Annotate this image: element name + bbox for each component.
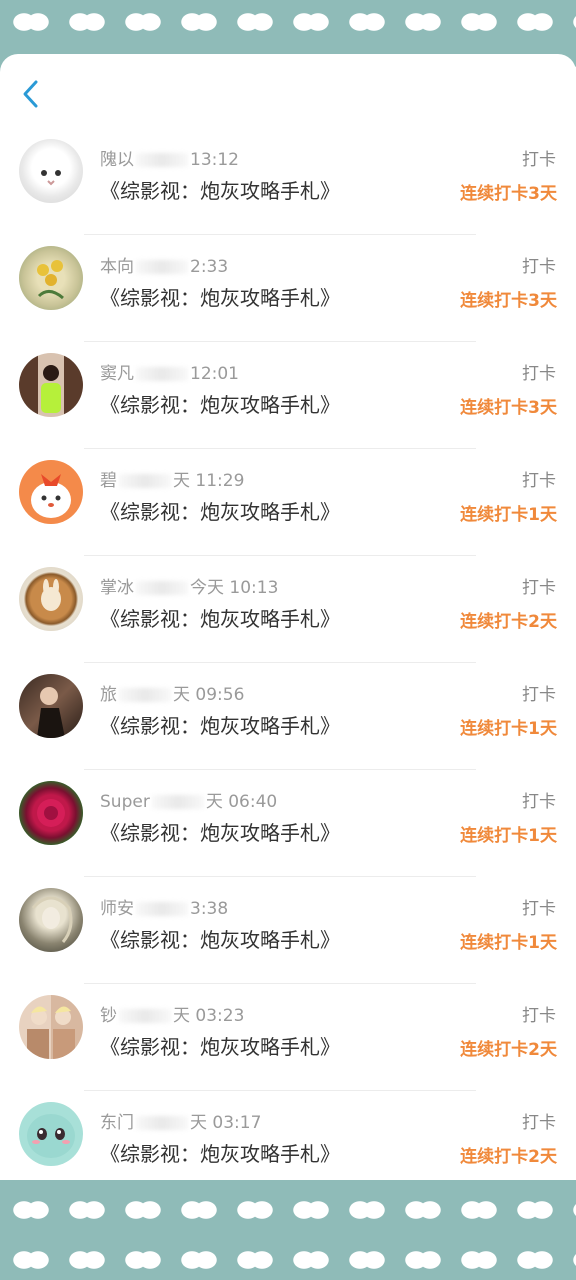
checkin-time: 天 03:17 <box>190 1113 262 1133</box>
back-button[interactable] <box>14 74 48 114</box>
user-name: 师安 <box>100 899 134 919</box>
avatar <box>19 246 83 310</box>
header-bar <box>0 54 576 128</box>
book-title: 《综影视：炮灰攻略手札》 <box>100 1035 340 1059</box>
list-item[interactable]: 窦凡 12:01 《综影视：炮灰攻略手札》 打卡 连续打卡3天 <box>0 342 576 449</box>
checkin-label: 打卡 <box>522 899 556 919</box>
streak-label: 连续打卡2天 <box>460 1040 557 1060</box>
streak-label: 连续打卡3天 <box>460 291 557 311</box>
avatar <box>19 995 83 1059</box>
user-name: 碧 <box>100 471 117 491</box>
user-name: 掌冰 <box>100 578 134 598</box>
list-item[interactable]: 师安 3:38 《综影视：炮灰攻略手札》 打卡 连续打卡1天 <box>0 877 576 984</box>
user-name: 本向 <box>100 257 134 277</box>
checkin-list: 隗以 13:12 《综影视：炮灰攻略手札》 打卡 连续打卡3天 本向 2:33 《综… <box>0 128 576 1186</box>
book-title: 《综影视：炮灰攻略手札》 <box>100 607 340 631</box>
checkin-label: 打卡 <box>522 364 556 384</box>
user-name: 隗以 <box>100 150 134 170</box>
list-item[interactable]: 钞 天 03:23 《综影视：炮灰攻略手札》 打卡 连续打卡2天 <box>0 984 576 1091</box>
user-name: 旅 <box>100 685 117 705</box>
list-item[interactable]: 碧 天 11:29 《综影视：炮灰攻略手札》 打卡 连续打卡1天 <box>0 449 576 556</box>
checkin-label: 打卡 <box>522 685 556 705</box>
checkin-time: 天 06:40 <box>205 792 278 812</box>
list-item[interactable]: Super 天 06:40 《综影视：炮灰攻略手札》 打卡 连续打卡1天 <box>0 770 576 877</box>
avatar <box>19 888 83 952</box>
streak-label: 连续打卡2天 <box>460 612 557 632</box>
checkin-time: 13:12 <box>190 150 239 170</box>
list-item[interactable]: 隗以 13:12 《综影视：炮灰攻略手札》 打卡 连续打卡3天 <box>0 128 576 235</box>
book-title: 《综影视：炮灰攻略手札》 <box>100 1142 340 1166</box>
checkin-time: 3:38 <box>190 899 229 919</box>
checkin-time: 天 09:56 <box>173 685 245 705</box>
book-title: 《综影视：炮灰攻略手札》 <box>100 393 340 417</box>
avatar <box>19 1102 83 1166</box>
checkin-time: 2:33 <box>190 257 229 277</box>
checkin-time: 天 11:29 <box>173 471 245 491</box>
user-name: Super <box>100 792 150 812</box>
book-title: 《综影视：炮灰攻略手札》 <box>100 179 340 203</box>
book-title: 《综影视：炮灰攻略手札》 <box>100 821 340 845</box>
list-item[interactable]: 掌冰 今天 10:13 《综影视：炮灰攻略手札》 打卡 连续打卡2天 <box>0 556 576 663</box>
book-title: 《综影视：炮灰攻略手札》 <box>100 928 340 952</box>
checkin-label: 打卡 <box>522 1006 556 1026</box>
user-name: 窦凡 <box>100 364 134 384</box>
avatar <box>19 353 83 417</box>
streak-label: 连续打卡1天 <box>460 505 557 525</box>
checkin-label: 打卡 <box>522 578 556 598</box>
list-item[interactable]: 旅 天 09:56 《综影视：炮灰攻略手札》 打卡 连续打卡1天 <box>0 663 576 770</box>
book-title: 《综影视：炮灰攻略手札》 <box>100 500 340 524</box>
chevron-left-icon <box>23 80 38 108</box>
book-title: 《综影视：炮灰攻略手札》 <box>100 714 340 738</box>
avatar <box>19 567 83 631</box>
checkin-label: 打卡 <box>522 792 556 812</box>
checkin-label: 打卡 <box>522 1113 556 1133</box>
streak-label: 连续打卡3天 <box>460 398 557 418</box>
avatar <box>19 674 83 738</box>
user-name: 钞 <box>100 1006 117 1026</box>
avatar <box>19 460 83 524</box>
book-title: 《综影视：炮灰攻略手札》 <box>100 286 340 310</box>
streak-label: 连续打卡1天 <box>460 826 557 846</box>
decorative-pattern-bottom <box>0 1180 576 1280</box>
checkin-label: 打卡 <box>522 150 556 170</box>
avatar <box>19 781 83 845</box>
list-item[interactable]: 本向 2:33 《综影视：炮灰攻略手札》 打卡 连续打卡3天 <box>0 235 576 342</box>
checkin-time: 12:01 <box>190 364 239 384</box>
checkin-label: 打卡 <box>522 471 556 491</box>
streak-label: 连续打卡3天 <box>460 184 557 204</box>
streak-label: 连续打卡1天 <box>460 933 557 953</box>
checkin-label: 打卡 <box>522 257 556 277</box>
user-name: 东门 <box>100 1113 134 1133</box>
streak-label: 连续打卡1天 <box>460 719 557 739</box>
checkin-time: 今天 10:13 <box>190 578 279 598</box>
streak-label: 连续打卡2天 <box>460 1147 557 1167</box>
checkin-time: 天 03:23 <box>173 1006 245 1026</box>
avatar <box>19 139 83 203</box>
